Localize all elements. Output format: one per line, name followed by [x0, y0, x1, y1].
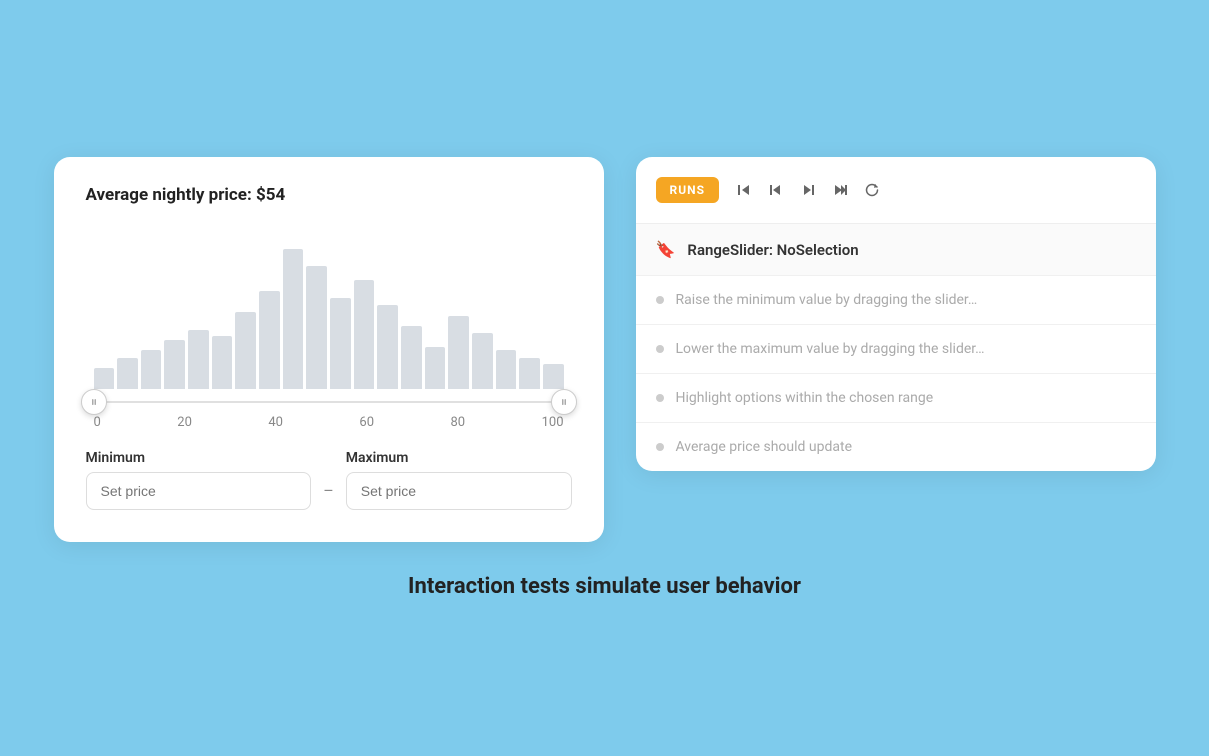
minimum-group: Minimum: [86, 450, 312, 510]
test-header: RUNS: [636, 157, 1156, 224]
chart-bar: [425, 347, 446, 389]
chart-bar: [354, 280, 375, 389]
chart-bar: [472, 333, 493, 389]
test-name: RangeSlider: NoSelection: [687, 241, 858, 259]
step-back-button[interactable]: [761, 175, 791, 205]
test-step-2: Lower the maximum value by dragging the …: [676, 341, 985, 357]
maximum-input[interactable]: [346, 472, 572, 510]
chart-bar: [212, 336, 233, 389]
chart-bar: [141, 350, 162, 389]
dot-icon-4: [656, 443, 664, 451]
footer-text: Interaction tests simulate user behavior: [408, 574, 801, 599]
chart-bar: [330, 298, 351, 389]
inputs-row: Minimum – Maximum: [86, 450, 572, 510]
chart-bar: [188, 330, 209, 389]
chart-bar: [283, 249, 304, 389]
minimum-label: Minimum: [86, 450, 312, 466]
chart-bar: [496, 350, 517, 389]
cards-row: Average nightly price: $54: [54, 157, 1156, 542]
maximum-label: Maximum: [346, 450, 572, 466]
price-label: Average nightly price:: [86, 185, 257, 205]
slider-handle-right[interactable]: [551, 389, 577, 415]
refresh-button[interactable]: [857, 175, 887, 205]
test-step-row-1: Raise the minimum value by dragging the …: [636, 276, 1156, 325]
chart-bar: [306, 266, 327, 389]
skip-start-button[interactable]: [729, 175, 759, 205]
main-content: Average nightly price: $54: [54, 157, 1156, 599]
minimum-input[interactable]: [86, 472, 312, 510]
bookmark-icon: 🔖: [656, 240, 676, 259]
test-step-4: Average price should update: [676, 439, 853, 455]
chart-bar: [519, 358, 540, 389]
dash-separator: –: [311, 481, 346, 510]
chart-area: [86, 229, 572, 389]
chart-bar: [164, 340, 185, 389]
axis-label-80: 80: [451, 415, 466, 430]
dot-icon-3: [656, 394, 664, 402]
price-title: Average nightly price: $54: [86, 185, 572, 205]
axis-label-40: 40: [268, 415, 283, 430]
test-step-row-3: Highlight options within the chosen rang…: [636, 374, 1156, 423]
chart-bar: [377, 305, 398, 389]
axis-label-100: 100: [542, 415, 564, 430]
slider-handle-left[interactable]: [81, 389, 107, 415]
test-step-3: Highlight options within the chosen rang…: [676, 390, 934, 406]
axis-labels: 0 20 40 60 80 100: [86, 415, 572, 430]
test-step-1: Raise the minimum value by dragging the …: [676, 292, 978, 308]
control-buttons: [729, 175, 887, 205]
right-card: RUNS: [636, 157, 1156, 471]
step-forward-button[interactable]: [793, 175, 823, 205]
axis-label-20: 20: [177, 415, 192, 430]
chart-bar: [259, 291, 280, 389]
chart-bar: [117, 358, 138, 389]
dot-icon-1: [656, 296, 664, 304]
test-step-row-2: Lower the maximum value by dragging the …: [636, 325, 1156, 374]
runs-badge[interactable]: RUNS: [656, 177, 719, 203]
price-value: $54: [256, 185, 285, 205]
axis-label-0: 0: [94, 415, 101, 430]
chart-bar: [448, 316, 469, 389]
dot-icon-2: [656, 345, 664, 353]
axis-label-60: 60: [359, 415, 374, 430]
chart-bar: [94, 368, 115, 389]
test-step-row-4: Average price should update: [636, 423, 1156, 471]
maximum-group: Maximum: [346, 450, 572, 510]
chart-bar: [235, 312, 256, 389]
test-name-row: 🔖 RangeSlider: NoSelection: [636, 224, 1156, 276]
left-card: Average nightly price: $54: [54, 157, 604, 542]
skip-end-button[interactable]: [825, 175, 855, 205]
chart-bar: [543, 364, 564, 389]
chart-bar: [401, 326, 422, 389]
